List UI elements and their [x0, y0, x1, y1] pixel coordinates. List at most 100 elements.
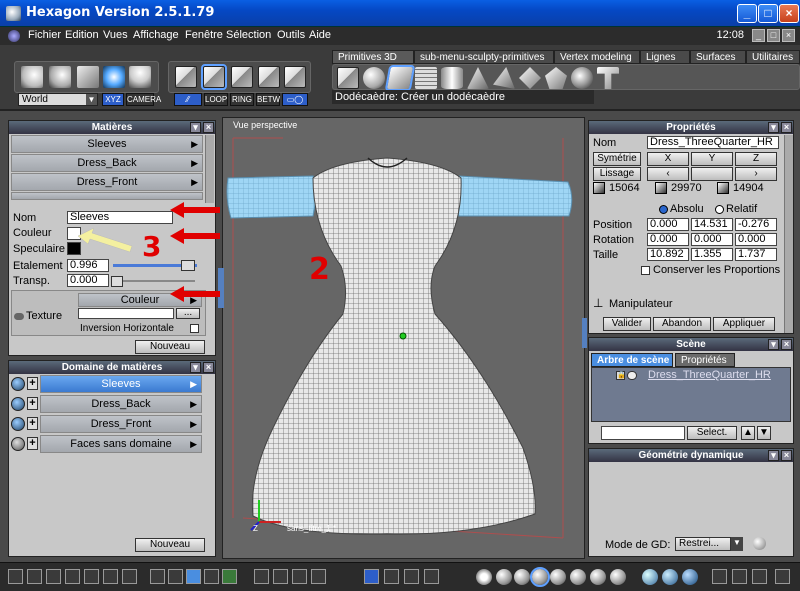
grid-icon[interactable]	[150, 569, 165, 584]
size-x-field[interactable]: 10.892	[647, 248, 689, 261]
lighting-preview-icon[interactable]	[662, 569, 678, 585]
symetrie-button[interactable]: Symétrie	[593, 152, 641, 166]
abandon-button[interactable]: Abandon	[653, 317, 711, 331]
layout-quad-icon[interactable]	[8, 569, 23, 584]
pan-icon[interactable]	[273, 569, 288, 584]
sphere-primitive-icon[interactable]	[363, 67, 385, 89]
eye-view-icon[interactable]	[311, 569, 326, 584]
axis-z-button[interactable]: Z	[735, 152, 777, 166]
scene-down-icon[interactable]: ▼	[757, 426, 771, 440]
pyramid-primitive-icon[interactable]	[493, 67, 515, 89]
domain-add-icon[interactable]: +	[27, 377, 38, 390]
gd-mode-select[interactable]: Restrei...	[675, 537, 731, 551]
properties-scrollbar[interactable]	[784, 135, 793, 333]
menu-selection[interactable]: Sélection	[226, 29, 271, 41]
auto-mode-icon[interactable]	[284, 66, 306, 88]
hexagon-menu-icon[interactable]	[8, 30, 20, 42]
conserver-checkbox[interactable]	[641, 266, 650, 275]
render-sphere-icon[interactable]	[610, 569, 626, 585]
betw-button[interactable]: BETW	[256, 93, 280, 106]
snap-icon[interactable]	[168, 569, 183, 584]
panel-close-icon[interactable]: ×	[203, 362, 214, 373]
textured-sphere-icon[interactable]	[550, 569, 566, 585]
scene-object-item[interactable]: Dress_ThreeQuarter_HR	[648, 369, 771, 381]
sleeve-right[interactable]	[455, 175, 573, 217]
appliquer-button[interactable]: Appliquer	[713, 317, 775, 331]
edge-mode-icon[interactable]	[231, 66, 253, 88]
materials-scrollbar[interactable]	[205, 135, 214, 203]
vertex-mode-icon[interactable]	[201, 64, 227, 90]
object-name-field[interactable]: Dress_ThreeQuarter_HR	[647, 136, 779, 149]
panel-close-icon[interactable]: ×	[781, 339, 792, 350]
paint-select-icon[interactable]	[77, 66, 99, 88]
layout-single-icon[interactable]	[122, 569, 137, 584]
domain-item-dress-back[interactable]: Dress_Back ▶	[40, 395, 202, 413]
dress-mesh[interactable]	[223, 118, 586, 560]
xyz-toggle[interactable]: XYZ	[102, 93, 124, 106]
bake-icon[interactable]	[732, 569, 747, 584]
scene-up-icon[interactable]: ▲	[741, 426, 755, 440]
tab-lignes[interactable]: Lignes	[640, 50, 690, 64]
camera-toggle[interactable]: CAMERA	[126, 93, 161, 106]
pivot-point[interactable]	[399, 332, 407, 340]
rotate-view-icon[interactable]	[292, 569, 307, 584]
menu-outils[interactable]: Outils	[277, 29, 305, 41]
lit-sphere-icon[interactable]	[590, 569, 606, 585]
app-close-icon[interactable]: ×	[782, 29, 795, 42]
panel-close-icon[interactable]: ×	[203, 122, 214, 133]
layout-split-icon[interactable]	[27, 569, 42, 584]
grow-shrink-icon[interactable]: ▭◯	[282, 93, 308, 106]
tab-vertex-modeling[interactable]: Vertex modeling	[554, 50, 640, 64]
texture-eye-icon[interactable]	[14, 313, 24, 320]
grid-plane-icon[interactable]	[415, 67, 437, 89]
viewport-right-splitter[interactable]	[582, 318, 587, 348]
select-button[interactable]: Select.	[687, 426, 737, 440]
panel-collapse-icon[interactable]: ▾	[768, 339, 779, 350]
texture-paint-icon[interactable]	[752, 569, 767, 584]
maximize-button[interactable]: □	[758, 4, 778, 23]
icosahedron-primitive-icon[interactable]	[545, 67, 567, 89]
wire-on-shaded-icon[interactable]	[530, 567, 550, 587]
dodecahedron-primitive-icon[interactable]	[384, 65, 416, 91]
panel-close-icon[interactable]: ×	[781, 122, 792, 133]
app-minimize-icon[interactable]: _	[752, 29, 765, 42]
panel-collapse-icon[interactable]: ▾	[768, 122, 779, 133]
cone-primitive-icon[interactable]	[467, 67, 489, 89]
ring-button[interactable]: RING	[230, 93, 254, 106]
universal-manipulator-icon[interactable]	[424, 569, 439, 584]
smooth-plus-button[interactable]: ›	[735, 167, 777, 181]
settings-gear-icon[interactable]	[712, 569, 727, 584]
layout-four-icon[interactable]	[65, 569, 80, 584]
tab-sculpty[interactable]: sub-menu-sculpty-primitives	[414, 50, 554, 64]
text-primitive-icon[interactable]	[597, 67, 619, 89]
cube-primitive-icon[interactable]	[337, 67, 359, 89]
smooth-minus-button[interactable]: ‹	[647, 167, 689, 181]
grid-display-icon[interactable]	[186, 569, 201, 584]
object-mode-icon[interactable]	[175, 66, 197, 88]
3d-viewport[interactable]: Vue perspective Z sans_titre_1 * 2	[218, 117, 587, 560]
wireframe-sphere-icon[interactable]	[476, 569, 492, 585]
material-item-dress-front[interactable]: Dress_Front ▶	[11, 173, 203, 191]
materials-nouveau-button[interactable]: Nouveau	[135, 340, 205, 354]
eye-icon[interactable]	[627, 371, 637, 380]
material-item-empty[interactable]	[11, 192, 203, 200]
close-button[interactable]: ×	[779, 4, 799, 23]
tab-surfaces[interactable]: Surfaces	[690, 50, 746, 64]
loop-button[interactable]: LOOP	[204, 93, 228, 106]
layout-vertical-icon[interactable]	[84, 569, 99, 584]
material-preview-icon[interactable]	[642, 569, 658, 585]
material-item-dress-back[interactable]: Dress_Back ▶	[11, 154, 203, 172]
domain-item-sleeves[interactable]: Sleeves ▶	[40, 375, 202, 393]
select-arrow-icon[interactable]	[21, 66, 43, 88]
menu-fenetre[interactable]: Fenêtre	[185, 29, 223, 41]
gd-sphere-icon[interactable]	[753, 537, 766, 550]
face-mode-icon[interactable]	[258, 66, 280, 88]
smooth-level-button[interactable]	[691, 167, 733, 181]
menu-affichage[interactable]: Affichage	[133, 29, 179, 41]
geosphere-primitive-icon[interactable]	[571, 67, 593, 89]
move-manipulator-icon[interactable]	[364, 569, 379, 584]
rotation-y-field[interactable]: 0.000	[691, 233, 733, 246]
coord-system-select[interactable]: World ▼	[18, 93, 98, 106]
brush-mode-icon[interactable]: ⁄⁄	[174, 93, 202, 106]
position-y-field[interactable]: 14.531	[691, 218, 733, 231]
